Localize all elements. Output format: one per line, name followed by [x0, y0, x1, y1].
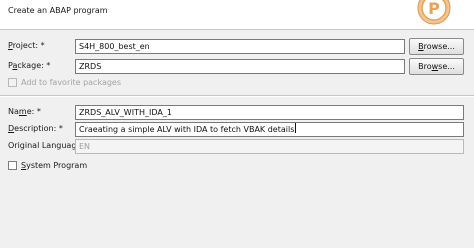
- svg-text:P: P: [428, 0, 440, 18]
- project-label: Project: *: [8, 41, 45, 50]
- package-label: Package: *: [8, 61, 51, 70]
- description-input[interactable]: Craeating a simple ALV with IDA to fetch…: [75, 122, 464, 137]
- system-program-checkbox[interactable]: [8, 161, 17, 170]
- section-separator: [0, 95, 474, 97]
- add-favorite-label: Add to favorite packages: [21, 78, 122, 87]
- abap-program-logo-icon: P: [417, 0, 451, 25]
- name-label: Name: *: [8, 107, 41, 116]
- system-program-label: System Program: [21, 161, 88, 170]
- add-favorite-checkbox[interactable]: [8, 78, 17, 87]
- text-cursor: [295, 123, 297, 133]
- package-browse-button[interactable]: Browse...: [409, 58, 464, 75]
- name-input[interactable]: ZRDS_ALV_WITH_IDA_1: [75, 105, 464, 120]
- original-language-label: Original Language:: [8, 141, 85, 150]
- project-input[interactable]: S4H_800_best_en: [75, 39, 405, 54]
- package-input[interactable]: ZRDS: [75, 59, 405, 74]
- description-label: Description: *: [8, 124, 63, 133]
- project-browse-button[interactable]: Browse...: [409, 38, 464, 55]
- wizard-header: Create an ABAP program P: [0, 0, 474, 30]
- wizard-title: Create an ABAP program: [8, 6, 108, 15]
- description-text: Craeating a simple ALV with IDA to fetch…: [79, 125, 295, 134]
- original-language-input: EN: [75, 139, 464, 154]
